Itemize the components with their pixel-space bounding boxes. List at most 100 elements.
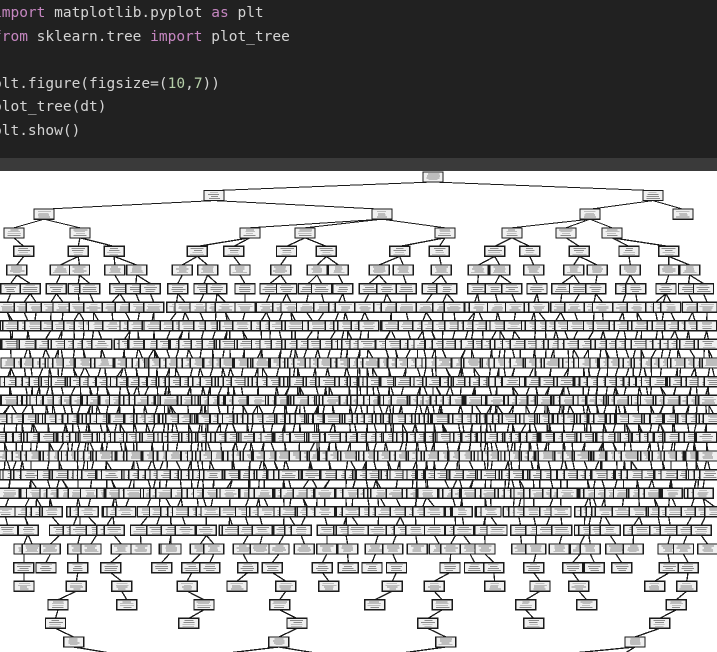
tree-edge [222, 349, 225, 359]
tree-edge [571, 423, 575, 433]
tree-edge [200, 442, 203, 452]
tree-edge [202, 479, 205, 489]
tree-edge [28, 349, 32, 359]
tree-edge [216, 293, 226, 303]
tree-edge [579, 535, 586, 545]
tree-edge [60, 330, 63, 340]
tree-edge [56, 479, 60, 489]
tree-edge [275, 386, 279, 396]
tree-edge [171, 423, 174, 433]
tree-edge [687, 274, 691, 284]
tree-edge [118, 386, 122, 396]
tree-edge [476, 274, 480, 284]
tree-node-box [142, 301, 165, 313]
code-token: 10 [167, 75, 186, 92]
tree-node [327, 264, 350, 276]
tree-edge [604, 516, 611, 526]
tree-edge [425, 293, 433, 303]
tree-node [234, 301, 256, 313]
tree-edge [445, 386, 451, 396]
tree-edge [545, 442, 548, 452]
tree-edge [207, 274, 218, 285]
tree-node-box [489, 264, 511, 276]
tree-edge [346, 553, 349, 563]
tree-edge [588, 535, 591, 545]
tree-edge [60, 255, 79, 266]
tree-edge [427, 497, 435, 508]
tree-edge [693, 423, 697, 433]
tree-node [206, 282, 228, 295]
tree-edge [633, 516, 640, 526]
tree-edge [49, 534, 60, 545]
tree-edge [55, 293, 64, 303]
tree-edge [175, 293, 179, 303]
tree-node [443, 301, 465, 313]
tree-edge [461, 349, 466, 359]
tree-edge [289, 516, 296, 526]
code-token: 7 [193, 75, 203, 92]
tree-edge [550, 479, 554, 489]
tree-edge [317, 423, 320, 433]
tree-node [699, 468, 717, 481]
tree-node-box [618, 245, 640, 258]
tree-node-box [332, 282, 354, 295]
tree-edge [533, 293, 538, 303]
tree-node-box [443, 301, 465, 313]
tree-node [371, 208, 393, 220]
tree-edge [354, 405, 358, 414]
tree-edge [433, 572, 451, 582]
tree-edge [345, 535, 349, 545]
tree-edge [582, 405, 585, 414]
tree-edge [190, 479, 193, 489]
tree-node [45, 282, 68, 295]
tree-edge [596, 386, 599, 396]
tree-node [591, 301, 614, 313]
tree-edge [289, 498, 292, 507]
tree-edge [46, 460, 50, 470]
tree-node [69, 227, 91, 239]
tree-edge [77, 237, 81, 247]
tree-edge [649, 423, 653, 433]
tree-edge [566, 386, 571, 396]
tree-edge [50, 293, 57, 303]
tree-edge [6, 460, 11, 470]
tree-edge [334, 311, 340, 322]
tree-edge [390, 312, 393, 321]
tree-node [703, 375, 717, 388]
code-cell[interactable]: import matplotlib.pyplot as pltfrom skle… [0, 0, 717, 158]
tree-edge [89, 442, 95, 452]
tree-edge [674, 330, 679, 340]
tree-edge [83, 442, 87, 452]
tree-node-box [392, 264, 414, 276]
tree-edge [571, 442, 574, 452]
tree-edge [438, 256, 442, 266]
tree-edge [584, 497, 589, 508]
tree-node-box [104, 264, 126, 276]
tree-edge [111, 312, 114, 321]
tree-edge [230, 646, 279, 652]
tree-edge [494, 442, 499, 452]
code-lines[interactable]: import matplotlib.pyplot as pltfrom skle… [0, 2, 290, 143]
tree-edge [203, 274, 209, 284]
tree-node [625, 282, 647, 295]
tree-node-box [91, 338, 113, 351]
tree-edge [263, 497, 269, 508]
tree-edge [445, 367, 452, 377]
tree-edge [16, 255, 25, 266]
tree-edge [168, 386, 171, 396]
tree-edge [97, 330, 103, 340]
tree-edge [490, 460, 493, 470]
tree-edge [340, 349, 343, 359]
tree-edge [572, 460, 576, 470]
tree-edge [23, 349, 28, 359]
tree-edge [638, 516, 643, 526]
tree-edge [386, 293, 392, 303]
tree-node [203, 190, 225, 202]
tree-edge [572, 572, 580, 582]
tree-edge [583, 423, 586, 433]
tree-edge [535, 386, 539, 396]
tree-edge [648, 479, 653, 489]
tree-edge [414, 498, 418, 507]
tree-edge [431, 274, 442, 285]
tree-edge [169, 516, 172, 526]
